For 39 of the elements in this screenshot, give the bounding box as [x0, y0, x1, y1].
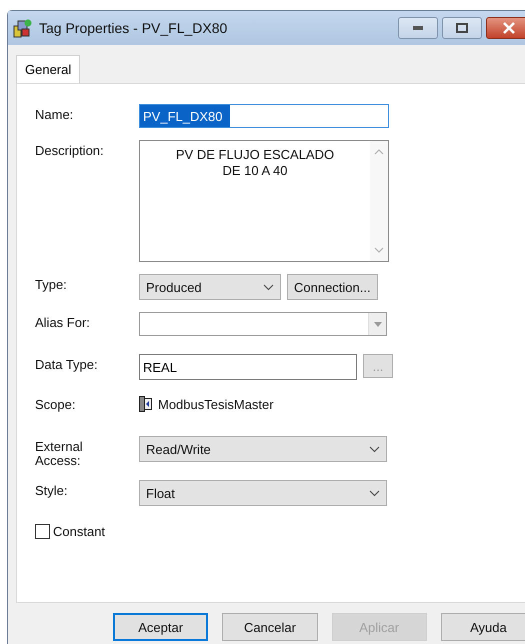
description-text: PV DE FLUJO ESCALADO DE 10 A 40 — [174, 146, 336, 180]
description-field[interactable]: PV DE FLUJO ESCALADO DE 10 A 40 — [139, 140, 389, 262]
tab[interactable]: General — [16, 55, 80, 83]
connection-button[interactable]: Connection... — [287, 274, 378, 300]
minimize-button[interactable] — [398, 17, 438, 39]
close-button[interactable] — [486, 17, 525, 39]
dialog-button[interactable]: Aceptar — [113, 613, 208, 641]
scope-value: ModbusTesisMaster — [158, 396, 274, 412]
scroll-down-icon — [374, 247, 384, 253]
field-label: Description: — [35, 142, 105, 158]
dialog-button[interactable]: Ayuda — [440, 613, 525, 641]
dropdown-arrow-icon — [374, 322, 382, 326]
field-label: Scope: — [35, 396, 76, 412]
name-field[interactable]: PV_FL_DX80 — [139, 104, 389, 128]
field-label: External Access: — [35, 438, 84, 469]
data-type-field[interactable]: REAL — [139, 354, 357, 380]
controller-icon — [139, 396, 152, 412]
checkbox-label: Constant — [53, 524, 106, 539]
minimize-icon — [412, 25, 424, 31]
dropdown[interactable]: Float — [139, 480, 387, 506]
chevron-down-icon — [369, 490, 380, 496]
close-icon — [503, 22, 515, 34]
field-label: Alias For: — [35, 314, 91, 330]
chevron-down-icon — [263, 284, 274, 290]
field-label: Type: — [35, 276, 68, 292]
scrollbar[interactable] — [370, 141, 388, 261]
checkbox[interactable] — [35, 524, 50, 539]
field-label: Data Type: — [35, 356, 99, 372]
chevron-down-icon — [369, 446, 380, 452]
field-label: Style: — [35, 482, 69, 498]
dropdown[interactable]: Read/Write — [139, 436, 387, 462]
dialog-button[interactable]: Cancelar — [222, 613, 318, 641]
maximize-icon — [456, 23, 468, 33]
tag-icon — [13, 18, 33, 38]
window-title: Tag Properties - PV_FL_DX80 — [39, 20, 228, 36]
type-dropdown[interactable]: Produced — [139, 274, 281, 300]
maximize-button[interactable] — [442, 17, 482, 39]
scroll-up-icon — [374, 149, 384, 155]
field-label: Name: — [35, 106, 74, 122]
